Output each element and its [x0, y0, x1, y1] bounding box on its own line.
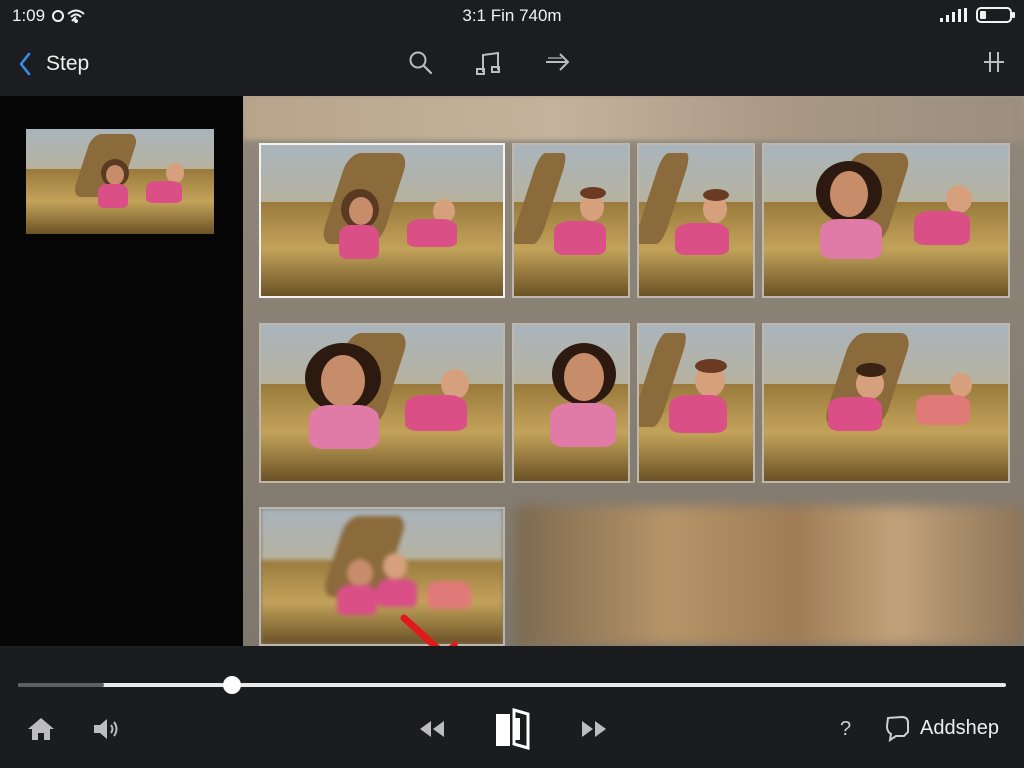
player-controls: ? Addshep [0, 646, 1024, 768]
add-shep-label: Addshep [920, 716, 999, 739]
scrubber-buffer [18, 683, 104, 687]
photo-tile-3[interactable] [637, 143, 755, 298]
photo-grid [243, 96, 1024, 646]
crosshair-grid-icon [984, 52, 1004, 72]
photo-tile-4[interactable] [762, 143, 1010, 298]
home-icon [28, 718, 54, 740]
grid-header-blur [243, 96, 1024, 140]
fast-forward-icon [582, 721, 606, 737]
photo-tile-2[interactable] [512, 143, 630, 298]
status-center-text: 3:1 Fin 740m [462, 6, 562, 25]
sidebar-thumbnail[interactable] [26, 129, 214, 234]
search-icon [409, 51, 433, 75]
forward-button[interactable] [544, 50, 572, 79]
status-bar: 1:09 3:1 Fin 740m [0, 0, 1024, 32]
add-shep-button[interactable]: Addshep [884, 714, 999, 742]
volume-button[interactable] [92, 716, 122, 742]
music-button[interactable] [474, 50, 502, 83]
speaker-icon [94, 719, 118, 739]
photo-tile-1[interactable] [259, 143, 505, 298]
photo-tile-5[interactable] [259, 323, 505, 483]
status-right [940, 7, 1016, 23]
arrow-right-icon [546, 53, 570, 71]
rewind-button[interactable] [416, 718, 448, 740]
split-view-button[interactable] [494, 708, 530, 750]
help-button[interactable]: ? [840, 718, 851, 741]
grid-button[interactable] [982, 50, 1006, 79]
split-view-icon [496, 708, 530, 750]
home-button[interactable] [26, 716, 56, 742]
scrubber-knob[interactable] [223, 676, 242, 694]
battery-icon [976, 7, 1015, 23]
chat-bubble-icon [885, 715, 909, 742]
music-note-icon [476, 51, 500, 75]
back-button[interactable]: Step [18, 46, 89, 82]
chevron-left-icon [19, 52, 31, 76]
nav-bar: Step [0, 32, 1024, 96]
blurred-photo-area [516, 506, 1024, 646]
page-title: Step [46, 52, 90, 75]
rewind-icon [420, 721, 444, 737]
photo-tile-7[interactable] [637, 323, 755, 483]
photo-tile-8[interactable] [762, 323, 1010, 483]
playback-scrubber[interactable] [18, 676, 1006, 694]
fast-forward-button[interactable] [578, 718, 610, 740]
signal-bars-icon [940, 8, 967, 22]
sidebar [0, 96, 243, 646]
search-button[interactable] [408, 50, 434, 81]
photo-tile-6[interactable] [512, 323, 630, 483]
